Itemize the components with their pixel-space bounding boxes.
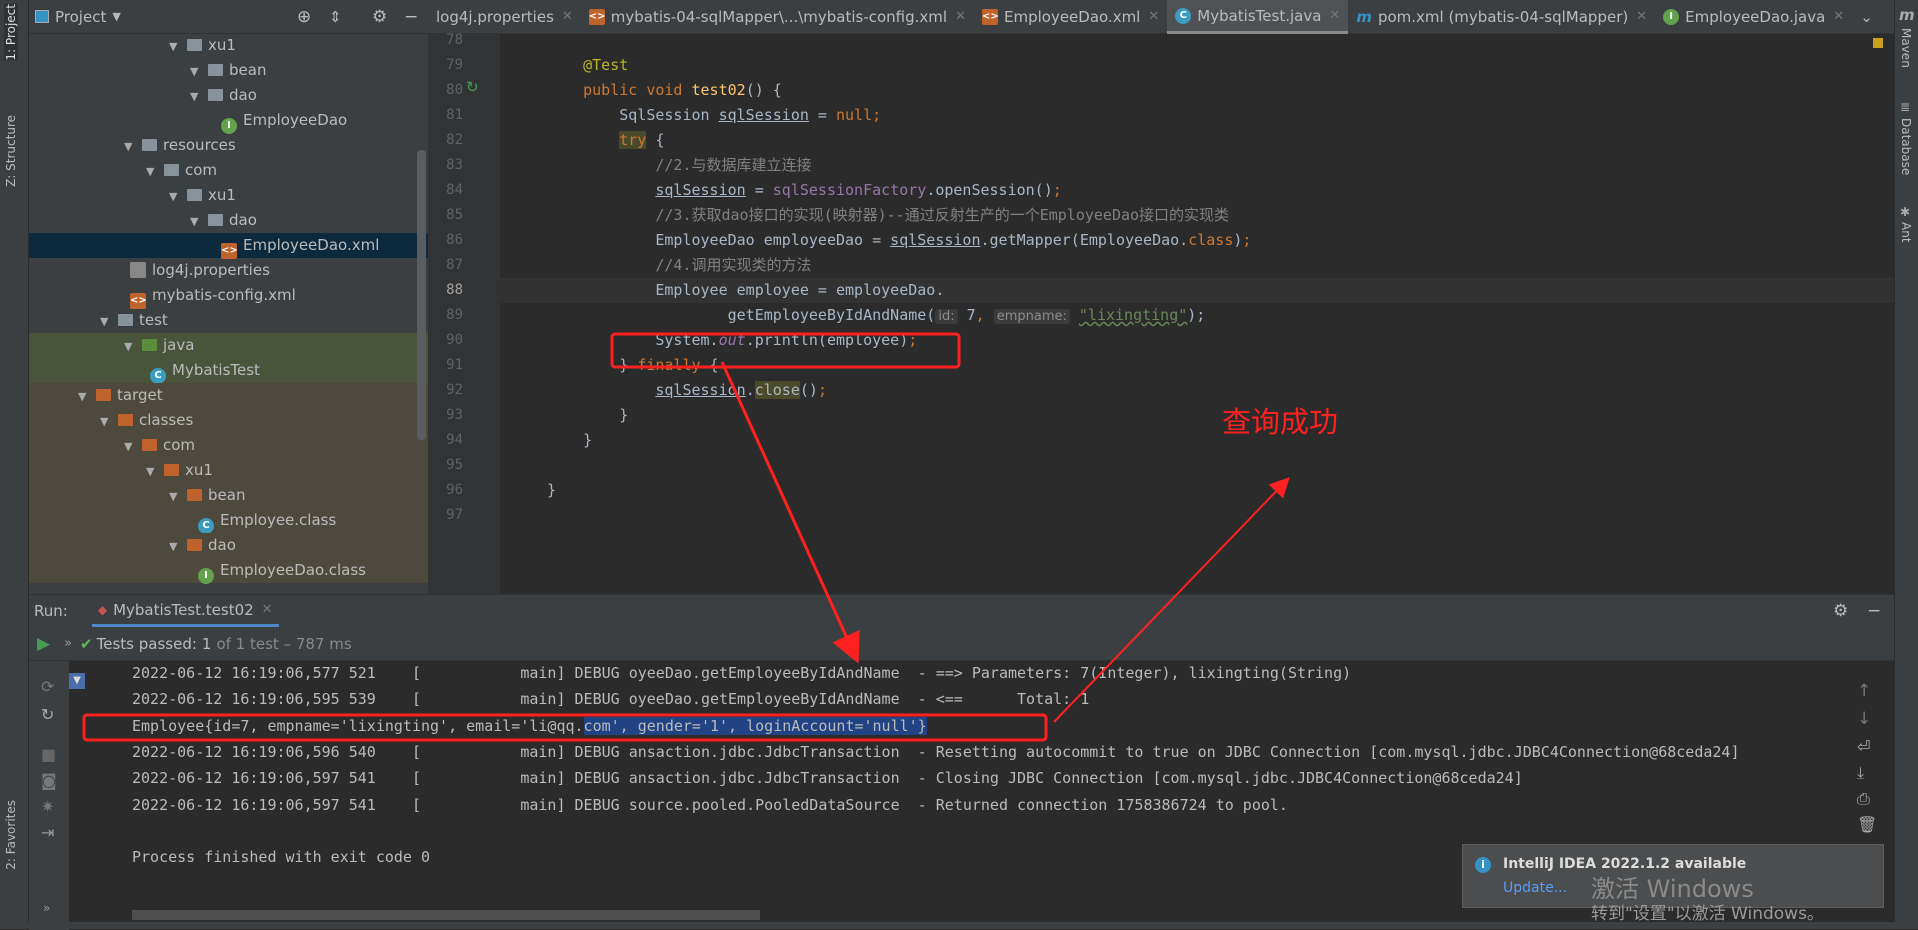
- red-annotations: [82, 332, 1290, 742]
- highlight-output-box: [82, 713, 1048, 742]
- highlight-println-box: [610, 332, 961, 369]
- arrow-to-label: [1053, 477, 1290, 723]
- arrow-to-output: [720, 361, 860, 664]
- annotation-success-label: 查询成功: [1222, 405, 1339, 439]
